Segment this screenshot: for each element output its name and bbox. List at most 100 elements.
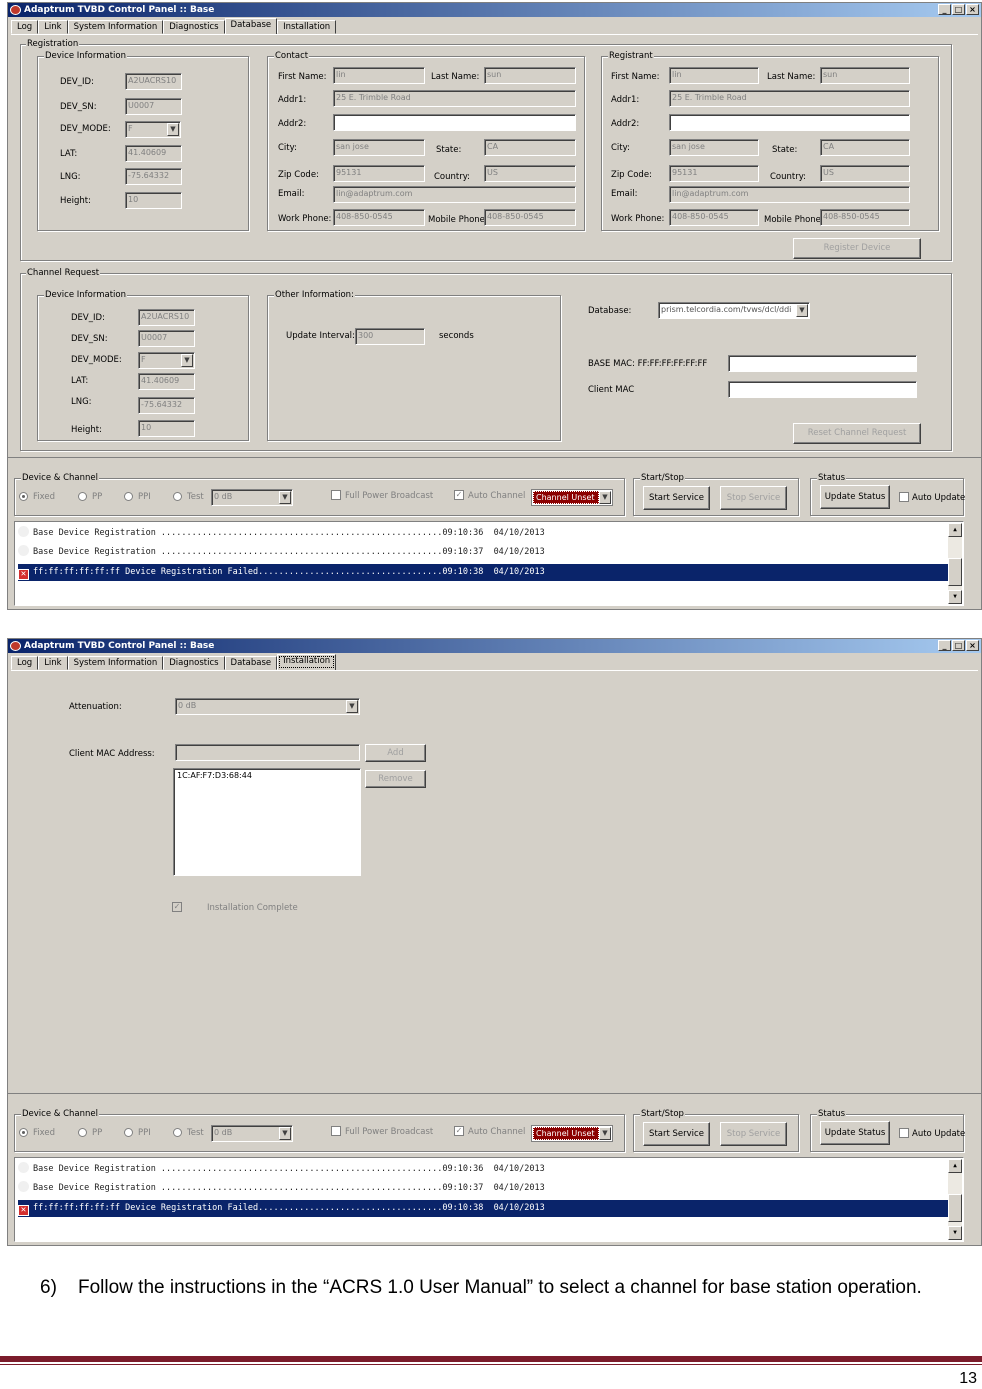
- height-field[interactable]: 10: [125, 192, 182, 209]
- ch-dev-mode-select[interactable]: F ▼: [138, 352, 195, 369]
- chevron-down-icon[interactable]: ▼: [346, 700, 358, 713]
- stop-service-button[interactable]: Stop Service: [720, 486, 787, 510]
- chevron-down-icon[interactable]: ▼: [181, 354, 193, 367]
- ch-lng-field[interactable]: -75.64332: [138, 397, 195, 414]
- radio-test[interactable]: [173, 492, 182, 501]
- chevron-down-icon[interactable]: ▼: [167, 123, 179, 136]
- minimize-button[interactable]: _: [938, 4, 951, 15]
- client-mac-address-input[interactable]: [175, 744, 360, 761]
- log-row[interactable]: Base Device Registration ...............…: [18, 1161, 948, 1178]
- tab-system-information[interactable]: System Information: [67, 656, 164, 670]
- auto-channel-checkbox[interactable]: ✓: [454, 1126, 464, 1136]
- radio-ppi[interactable]: [124, 492, 133, 501]
- maximize-button[interactable]: □: [952, 4, 965, 15]
- contact-zip-field[interactable]: 95131: [333, 165, 425, 182]
- registrant-email-field[interactable]: lin@adaptrum.com: [669, 186, 910, 203]
- registrant-city-field[interactable]: san jose: [669, 139, 759, 156]
- scroll-up-arrow-icon[interactable]: ▲: [948, 1159, 962, 1173]
- contact-country-field[interactable]: US: [484, 165, 576, 182]
- contact-addr2-field[interactable]: [333, 114, 576, 131]
- log-list[interactable]: Base Device Registration ...............…: [14, 521, 964, 606]
- contact-state-field[interactable]: CA: [484, 139, 576, 156]
- log-row[interactable]: Base Device Registration ...............…: [18, 525, 948, 542]
- start-service-button[interactable]: Start Service: [643, 486, 710, 510]
- auto-update-checkbox[interactable]: [899, 1128, 909, 1138]
- ch-lat-field[interactable]: 41.40609: [138, 373, 195, 390]
- chevron-down-icon[interactable]: ▼: [599, 1127, 611, 1140]
- scroll-down-arrow-icon[interactable]: ▼: [948, 590, 962, 604]
- log-list[interactable]: Base Device Registration ...............…: [14, 1157, 964, 1242]
- registrant-work-phone-field[interactable]: 408-850-0545: [669, 209, 759, 226]
- ch-dev-id-field[interactable]: A2UACRS10: [138, 309, 195, 326]
- log-scrollbar[interactable]: ▲ ▼: [948, 523, 962, 604]
- log-row[interactable]: Base Device Registration ...............…: [18, 544, 948, 561]
- chevron-down-icon[interactable]: ▼: [599, 491, 611, 504]
- database-select[interactable]: prism.telcordia.com/tvws/dcl/ddi ▼: [658, 302, 810, 319]
- scroll-down-arrow-icon[interactable]: ▼: [948, 1226, 962, 1240]
- registrant-last-name-field[interactable]: sun: [820, 67, 910, 84]
- client-mac-list-item[interactable]: 1C:AF:F7:D3:68:44: [177, 771, 357, 780]
- client-mac-field[interactable]: [728, 381, 917, 398]
- tab-log[interactable]: Log: [11, 656, 39, 670]
- channel-select[interactable]: Channel Unset ▼: [531, 1125, 613, 1142]
- contact-city-field[interactable]: san jose: [333, 139, 425, 156]
- stop-service-button[interactable]: Stop Service: [720, 1122, 787, 1146]
- remove-button[interactable]: Remove: [365, 770, 426, 788]
- registrant-zip-field[interactable]: 95131: [669, 165, 759, 182]
- scroll-thumb[interactable]: [948, 558, 962, 586]
- dev-sn-field[interactable]: U0007: [125, 98, 182, 115]
- lng-field[interactable]: -75.64332: [125, 168, 182, 185]
- chevron-down-icon[interactable]: ▼: [796, 304, 808, 317]
- ch-height-field[interactable]: 10: [138, 420, 195, 437]
- log-row-selected[interactable]: ✕ ff:ff:ff:ff:ff:ff Device Registration F…: [18, 1200, 948, 1217]
- update-status-button[interactable]: Update Status: [820, 1121, 890, 1145]
- lat-field[interactable]: 41.40609: [125, 145, 182, 162]
- tab-installation[interactable]: Installation: [277, 20, 337, 34]
- auto-channel-checkbox[interactable]: ✓: [454, 490, 464, 500]
- tab-link[interactable]: Link: [38, 656, 68, 670]
- attenuation-select[interactable]: 0 dB ▼: [175, 698, 360, 715]
- registrant-country-field[interactable]: US: [820, 165, 910, 182]
- registrant-mobile-phone-field[interactable]: 408-850-0545: [820, 209, 910, 226]
- scroll-up-arrow-icon[interactable]: ▲: [948, 523, 962, 537]
- tab-diagnostics[interactable]: Diagnostics: [163, 20, 225, 34]
- maximize-button[interactable]: □: [952, 640, 965, 651]
- contact-last-name-field[interactable]: sun: [484, 67, 576, 84]
- tab-database[interactable]: Database: [224, 656, 278, 670]
- contact-mobile-phone-field[interactable]: 408-850-0545: [484, 209, 576, 226]
- ch-dev-sn-field[interactable]: U0007: [138, 330, 195, 347]
- tab-link[interactable]: Link: [38, 20, 68, 34]
- tab-installation[interactable]: Installation: [277, 654, 337, 670]
- installation-complete-checkbox[interactable]: ✓: [172, 902, 182, 912]
- radio-fixed[interactable]: [19, 492, 28, 501]
- registrant-addr1-field[interactable]: 25 E. Trimble Road: [669, 90, 910, 107]
- radio-fixed[interactable]: [19, 1128, 28, 1137]
- registrant-addr2-field[interactable]: [669, 114, 910, 131]
- registrant-state-field[interactable]: CA: [820, 139, 910, 156]
- tab-diagnostics[interactable]: Diagnostics: [163, 656, 225, 670]
- base-mac-field[interactable]: [728, 355, 917, 372]
- full-power-checkbox[interactable]: [331, 1126, 341, 1136]
- contact-work-phone-field[interactable]: 408-850-0545: [333, 209, 425, 226]
- update-interval-field[interactable]: 300: [355, 328, 425, 345]
- radio-test[interactable]: [173, 1128, 182, 1137]
- radio-pp[interactable]: [78, 1128, 87, 1137]
- contact-addr1-field[interactable]: 25 E. Trimble Road: [333, 90, 576, 107]
- test-select[interactable]: 0 dB ▼: [211, 1125, 293, 1142]
- add-button[interactable]: Add: [365, 744, 426, 762]
- update-status-button[interactable]: Update Status: [820, 485, 890, 509]
- start-service-button[interactable]: Start Service: [643, 1122, 710, 1146]
- dev-id-field[interactable]: A2UACRS10: [125, 73, 182, 90]
- close-button[interactable]: ×: [966, 640, 979, 651]
- register-device-button[interactable]: Register Device: [793, 238, 921, 259]
- tab-system-information[interactable]: System Information: [67, 20, 164, 34]
- scroll-thumb[interactable]: [948, 1194, 962, 1222]
- tab-log[interactable]: Log: [11, 20, 39, 34]
- registrant-first-name-field[interactable]: lin: [669, 67, 759, 84]
- channel-select[interactable]: Channel Unset ▼: [531, 489, 613, 506]
- log-scrollbar[interactable]: ▲ ▼: [948, 1159, 962, 1240]
- chevron-down-icon[interactable]: ▼: [279, 491, 291, 504]
- contact-email-field[interactable]: lin@adaptrum.com: [333, 186, 576, 203]
- tab-database[interactable]: Database: [224, 18, 278, 34]
- test-select[interactable]: 0 dB ▼: [211, 489, 293, 506]
